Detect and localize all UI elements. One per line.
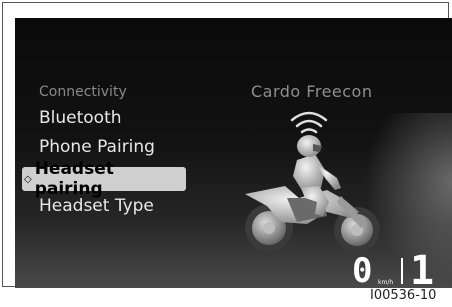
menu-item-phone-pairing[interactable]: Phone Pairing — [39, 137, 155, 157]
figure-reference: I00536-10 — [370, 288, 437, 303]
figure-frame: Connectivity Bluetooth Phone Pairing ◇ H… — [2, 2, 452, 288]
wifi-signal-icon — [290, 111, 328, 134]
speed-gear-display: 0 km/h 1 — [352, 248, 434, 288]
device-name: Cardo Freecon — [251, 82, 373, 101]
menu-item-headset-pairing[interactable]: ◇ Headset pairing — [22, 159, 186, 199]
menu-item-bluetooth[interactable]: Bluetooth — [39, 108, 122, 128]
dashboard-screen: Connectivity Bluetooth Phone Pairing ◇ H… — [15, 18, 452, 288]
menu-item-headset-type[interactable]: Headset Type — [39, 196, 154, 216]
speed-unit: km/h — [378, 279, 393, 286]
menu-item-label: Headset pairing — [34, 159, 114, 199]
speed-value: 0 — [352, 251, 372, 288]
menu-header: Connectivity — [39, 84, 127, 100]
motorcycle-rider-illustration — [245, 111, 380, 253]
selected-diamond-icon: ◇ — [24, 173, 32, 185]
gear-value: 1 — [410, 248, 434, 288]
